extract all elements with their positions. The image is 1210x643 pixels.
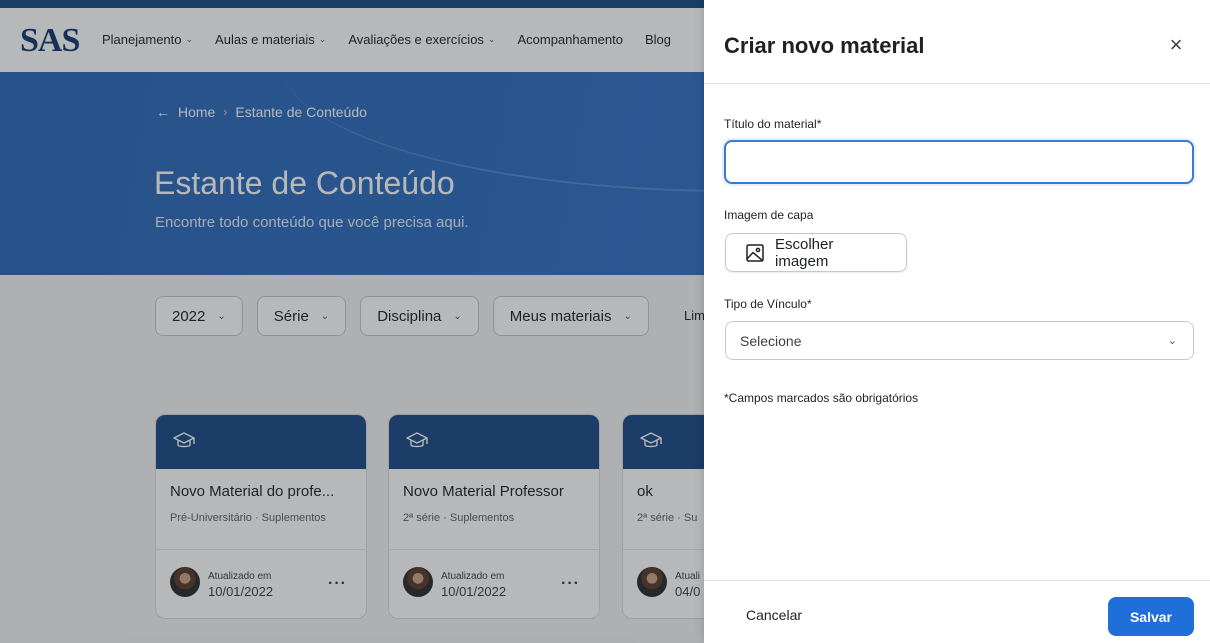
link-type-label: Tipo de Vínculo* [724, 297, 812, 311]
drawer-title: Criar novo material [724, 33, 925, 58]
divider [704, 580, 1210, 581]
image-icon [746, 243, 764, 262]
choose-image-label: Escolher imagem [775, 235, 834, 270]
close-icon[interactable]: × [1164, 34, 1188, 58]
chevron-down-icon: ⌄ [1167, 335, 1177, 347]
link-type-selected-value: Selecione [740, 332, 802, 349]
link-type-select[interactable]: Selecione ⌄ [725, 321, 1194, 360]
modal-backdrop[interactable] [0, 0, 704, 643]
required-fields-note: *Campos marcados são obrigatórios [724, 391, 919, 405]
create-material-drawer: Criar novo material × Título do material… [704, 0, 1210, 643]
title-input[interactable] [724, 140, 1194, 184]
divider [704, 83, 1210, 84]
cover-image-label: Imagem de capa [724, 208, 814, 222]
title-field-label: Título do material* [724, 117, 822, 131]
cancel-button[interactable]: Cancelar [746, 607, 802, 623]
save-button[interactable]: Salvar [1108, 597, 1194, 636]
choose-image-button[interactable]: Escolher imagem [725, 233, 907, 272]
